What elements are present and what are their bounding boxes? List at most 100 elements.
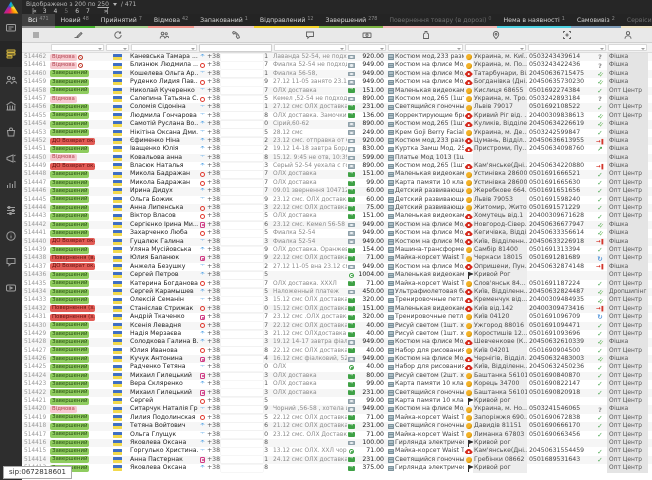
order-row[interactable]: 514423 Завершений Вера Скляренко +381 ОЛ…	[22, 380, 652, 388]
column-icon-status[interactable]	[50, 30, 105, 40]
order-row[interactable]: 514433 Завершений Олексій Семанін +383 1…	[22, 296, 652, 304]
client-name[interactable]: Ольга Глущук	[130, 431, 198, 439]
order-row[interactable]: 514424 Завершений Михаил Гилецький +383 …	[22, 372, 652, 380]
tracking-number[interactable]: 0503242599847	[527, 129, 593, 137]
order-row[interactable]: 514422 Завершений Михаил Гилецький +383 …	[22, 389, 652, 397]
order-row[interactable]: 514430 Завершений Ксенія Левадня +387 22…	[22, 322, 652, 330]
tracking-number[interactable]: 20450632824487	[527, 288, 593, 296]
status-tab[interactable]: Прийнятий7	[95, 14, 148, 28]
tracking-number[interactable]: 0501690666170	[527, 422, 593, 430]
order-row[interactable]: 514444 Завершений Анна Липенська +383 22…	[22, 204, 652, 212]
tracking-number[interactable]: 0501691666521	[527, 170, 593, 178]
feedback-icon[interactable]	[0, 249, 22, 275]
order-row[interactable]: 514416 Завершений Яковлева Оксана +388 1…	[22, 439, 652, 447]
client-name[interactable]: Руденко Лидия Пав...	[130, 78, 198, 86]
page-size-dropdown[interactable]: 250	[97, 1, 108, 8]
tracking-number[interactable]: 0501691571229	[527, 204, 593, 212]
tracking-number[interactable]: 20450631554459	[527, 447, 593, 455]
order-row[interactable]: 514415 Завершений Горгулько Христина... …	[22, 447, 652, 455]
client-name[interactable]: Яковлева Оксана	[130, 439, 198, 447]
tracking-number[interactable]: 20450633356614	[527, 229, 593, 237]
order-row[interactable]: 514414 Завершений Анна Пастернак +381 24…	[22, 456, 652, 464]
order-row[interactable]: 514459 Завершений Руденко Лидия Пав... +…	[22, 78, 652, 86]
client-name[interactable]: Николай Кучеренко	[130, 87, 198, 95]
order-row[interactable]: 514439 Завершений Уляна Мусійовська +389…	[22, 246, 652, 254]
tracking-number[interactable]: 0501692274384	[527, 87, 593, 95]
status-tab[interactable]: Сервіси0	[621, 14, 652, 28]
payment-filter[interactable]	[348, 44, 386, 51]
tracking-number[interactable]: 20400309484935	[527, 296, 593, 304]
contacts-icon[interactable]	[0, 67, 22, 93]
order-row[interactable]: 514428 Завершений Солодкова Галина В... …	[22, 338, 652, 346]
client-name[interactable]: Горгулько Христина...	[130, 447, 198, 455]
order-row[interactable]: 514454 Завершений Самотій Руслана Во... …	[22, 120, 652, 128]
order-row[interactable]: 514450 Відмова Ковальова анна +388 15.12…	[22, 154, 652, 162]
order-row[interactable]: 514425 Завершений Радченко Тетяна +380 О…	[22, 363, 652, 371]
client-name[interactable]: Ирина Дидух	[130, 187, 198, 195]
order-row[interactable]: 514462 Відмова Каневська Тамара ... +381…	[22, 53, 652, 61]
client-name[interactable]: Каневська Тамара ...	[130, 53, 198, 61]
order-row[interactable]: 514440 ДО Возврат ок... Гуцалюк Галина +…	[22, 238, 652, 246]
tracking-number[interactable]: 20450634098760	[527, 145, 593, 153]
order-row[interactable]: 514448 Завершений Микола Бадражан +387 О…	[22, 170, 652, 178]
tracking-number[interactable]: 0501690822147	[527, 380, 593, 388]
client-name[interactable]: Микола Бадражан	[130, 179, 198, 187]
client-name[interactable]: Нікітіна Оксана Дми...	[130, 129, 198, 137]
tracking-number[interactable]: 0501690672838	[527, 414, 593, 422]
status-tab[interactable]: Нема в наявності1	[497, 14, 570, 28]
client-name[interactable]: Ситарчук Наталія Гр...	[130, 405, 198, 413]
tracking-number[interactable]: 20450632450236	[527, 363, 593, 371]
order-row[interactable]: 514434 Завершений Сергей Карамышев +385 …	[22, 288, 652, 296]
phone-filter-input[interactable]	[199, 44, 272, 52]
address-filter[interactable]	[465, 44, 526, 51]
client-name[interactable]: Ксенія Левадня	[130, 322, 198, 330]
order-row[interactable]: 514441 Завершений Захарченко Люба +385 Ф…	[22, 229, 652, 237]
client-name[interactable]: Анна Липенська	[130, 204, 198, 212]
column-icon-phone[interactable]	[198, 30, 273, 40]
status-tab[interactable]: Повернення товару (в дорозі)0	[383, 14, 497, 28]
tracking-number[interactable]: 20450632874148	[527, 263, 593, 271]
order-row[interactable]: 514417 Завершений Ольга Глущук +380 23.1…	[22, 431, 652, 439]
client-name[interactable]: Соломія Сідоніна	[130, 103, 198, 111]
order-row[interactable]: 514458 Завершений Николай Кучеренко +387…	[22, 87, 652, 95]
order-row[interactable]: 514461 Відмова Близнюк Людмила ... +387 …	[22, 61, 652, 69]
tracking-number[interactable]: 0503241546065	[527, 405, 593, 413]
tracking-filter[interactable]	[528, 44, 606, 51]
name-filter[interactable]	[131, 44, 197, 51]
tracking-number[interactable]: 20400309671628	[527, 212, 593, 220]
tracking-number[interactable]: 0501690904500	[527, 347, 593, 355]
order-row[interactable]: 514432 Повернення (з... Станіслав Стрижа…	[22, 305, 652, 313]
column-icon-contacts[interactable]	[130, 30, 198, 40]
tracking-number[interactable]: 0503243439614	[527, 53, 593, 61]
order-row[interactable]: 514457 Відмова Салепина Татьяна С... +38…	[22, 95, 652, 103]
product-filter[interactable]	[388, 44, 463, 51]
client-name[interactable]: Самотій Руслана Во...	[130, 120, 198, 128]
order-row[interactable]: 514419 Завершений Лилия Подолинская +385…	[22, 414, 652, 422]
tracking-number[interactable]: 20450636715475	[527, 70, 593, 78]
client-name[interactable]: Олексій Семанін	[130, 296, 198, 304]
order-row[interactable]: 514431 Повернення (з... Андрій Ткаченко …	[22, 313, 652, 321]
status-tab[interactable]: Відмова42	[148, 14, 194, 28]
tracking-number[interactable]: 0501691281689	[527, 254, 593, 262]
order-row[interactable]: 514427 Завершений Юлия Иванова +388 22.1…	[22, 347, 652, 355]
column-icon-product[interactable]	[387, 30, 464, 40]
column-icon-address[interactable]	[464, 30, 527, 40]
status-tab[interactable]: Запакований1	[194, 14, 254, 28]
client-name[interactable]: Єфименко Ніна	[130, 137, 198, 145]
comment-filter[interactable]	[274, 44, 346, 51]
client-name[interactable]: Кучук Антонина	[130, 355, 198, 363]
order-row[interactable]: 514421 Завершений Сергей +385 99.00 Карт…	[22, 397, 652, 405]
tracking-number[interactable]: 0501691096709	[527, 313, 593, 321]
dashboard-icon[interactable]	[0, 15, 22, 41]
client-name[interactable]: Солодкова Галина В...	[130, 338, 198, 346]
status-tab[interactable]: Відправлений12	[254, 14, 320, 28]
tracking-number[interactable]: 0501692108522	[527, 103, 593, 111]
client-name[interactable]: Юлия Баланюк	[130, 254, 198, 262]
order-row[interactable]: 514447 Завершений Микола Бадражан +387 О…	[22, 179, 652, 187]
client-name[interactable]: Анжела Безушку	[130, 263, 198, 271]
campaigns-icon[interactable]	[0, 145, 22, 171]
tracking-number[interactable]: 0501691665630	[527, 179, 593, 187]
order-row[interactable]: 514426 Завершений Кучук Антонина +384 16…	[22, 355, 652, 363]
order-row[interactable]: 514443 Завершений Віктор Власов +385 ОЛХ…	[22, 212, 652, 220]
column-icon-channel[interactable]	[607, 30, 648, 40]
